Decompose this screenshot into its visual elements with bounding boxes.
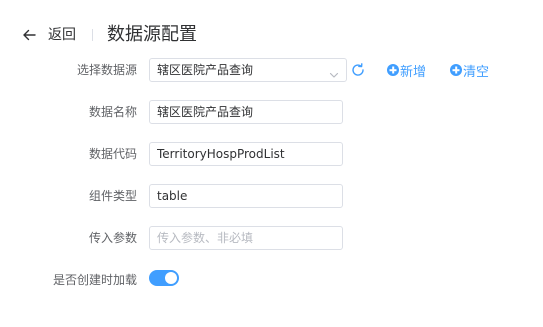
load-on-create-label: 是否创建时加载 bbox=[52, 273, 137, 287]
toggle-knob bbox=[165, 272, 177, 284]
add-datasource-button[interactable]: 新增 bbox=[387, 58, 426, 82]
code-input[interactable] bbox=[149, 142, 343, 166]
chevron-down-icon bbox=[329, 65, 339, 78]
name-input[interactable] bbox=[149, 100, 343, 124]
add-datasource-label: 新增 bbox=[400, 64, 427, 80]
form-row-name: 数据名称 bbox=[0, 100, 543, 124]
form-row-component-type: 组件类型 bbox=[0, 184, 543, 208]
component-type-input[interactable] bbox=[149, 184, 343, 208]
refresh-icon[interactable] bbox=[350, 62, 366, 78]
code-label: 数据代码 bbox=[88, 147, 137, 161]
form-row-load-on-create: 是否创建时加载 bbox=[0, 268, 543, 292]
form-row-params: 传入参数 bbox=[0, 226, 543, 250]
form-row-code: 数据代码 bbox=[0, 142, 543, 166]
plus-circle-icon bbox=[387, 64, 399, 76]
clear-datasource-label: 清空 bbox=[463, 64, 490, 80]
back-link[interactable]: 返回 bbox=[48, 25, 76, 45]
arrow-left-icon[interactable] bbox=[22, 28, 36, 42]
datasource-select[interactable]: 辖区医院产品查询 bbox=[149, 58, 347, 82]
datasource-label: 选择数据源 bbox=[76, 63, 137, 77]
header-divider bbox=[92, 29, 93, 41]
name-label: 数据名称 bbox=[88, 105, 137, 119]
component-type-label: 组件类型 bbox=[88, 189, 137, 203]
load-on-create-toggle[interactable] bbox=[149, 270, 179, 286]
datasource-select-value: 辖区医院产品查询 bbox=[157, 63, 254, 77]
page-title: 数据源配置 bbox=[107, 24, 197, 45]
clear-datasource-button[interactable]: 清空 bbox=[450, 58, 489, 82]
plus-circle-icon bbox=[450, 64, 462, 76]
params-label: 传入参数 bbox=[88, 231, 137, 245]
form-row-datasource: 选择数据源 辖区医院产品查询 新增 清空 bbox=[0, 58, 543, 82]
params-input[interactable] bbox=[149, 226, 343, 250]
